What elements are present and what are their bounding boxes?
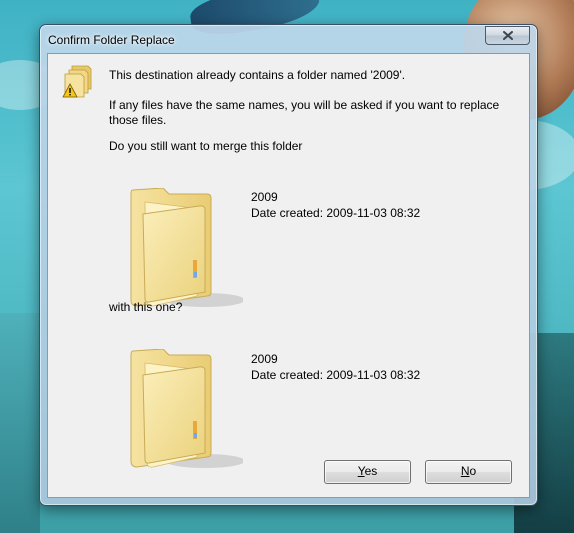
source-folder-info: 2009 Date created: 2009-11-03 08:32 <box>251 189 420 221</box>
folder-warning-icon <box>62 65 92 98</box>
message-line-3: Do you still want to merge this folder <box>109 139 303 153</box>
confirm-folder-replace-dialog: Confirm Folder Replace This destination … <box>39 24 538 506</box>
yes-button[interactable]: Yes <box>324 460 411 484</box>
close-icon <box>502 31 513 40</box>
wallpaper-left <box>0 313 40 533</box>
source-folder-name: 2009 <box>251 190 278 204</box>
message-line-2: If any files have the same names, you wi… <box>109 98 500 127</box>
yes-mnemonic: Y <box>357 464 365 478</box>
window-title: Confirm Folder Replace <box>48 33 175 47</box>
destination-folder-name: 2009 <box>251 352 278 366</box>
folder-icon <box>130 349 243 468</box>
title-bar[interactable]: Confirm Folder Replace <box>40 25 537 53</box>
close-button[interactable] <box>485 26 530 45</box>
message-line-1: This destination already contains a fold… <box>109 68 406 82</box>
destination-folder-info: 2009 Date created: 2009-11-03 08:32 <box>251 351 420 383</box>
yes-label-rest: es <box>364 464 378 478</box>
destination-folder-date: Date created: 2009-11-03 08:32 <box>251 368 421 382</box>
no-label-rest: o <box>469 464 477 478</box>
no-button[interactable]: No <box>425 460 512 484</box>
dialog-content: This destination already contains a fold… <box>47 53 530 498</box>
folder-icon <box>130 188 243 307</box>
source-folder-date: Date created: 2009-11-03 08:32 <box>251 206 421 220</box>
with-this-one-label: with this one? <box>109 300 183 314</box>
